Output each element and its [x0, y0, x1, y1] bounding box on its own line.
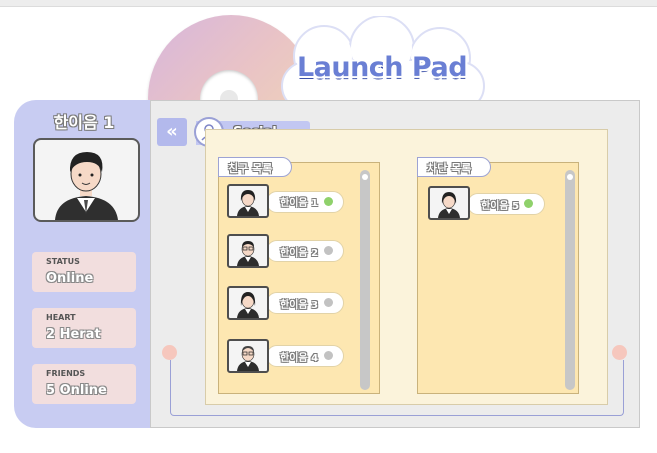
window-top-bar: [0, 0, 657, 7]
stat-value: Online: [46, 271, 94, 286]
app-title: Launch Pad: [296, 52, 468, 83]
friend-avatar: [227, 234, 269, 268]
friends-list-title: 친구 목록: [228, 162, 273, 175]
stat-value: 5 Online: [46, 383, 107, 398]
friend-name: 한이음 2: [280, 248, 319, 259]
next-page-dot[interactable]: [612, 345, 627, 360]
stat-card-heart: HEART 2 Herat: [32, 308, 136, 348]
prev-page-dot[interactable]: [162, 345, 177, 360]
friend-name: 한이음 3: [280, 300, 319, 311]
panel-base-line: [170, 360, 624, 416]
offline-status-dot: [324, 298, 333, 307]
online-status-dot: [324, 197, 333, 206]
stat-value: 2 Herat: [46, 327, 101, 342]
profile-name: 한이음 1: [53, 113, 115, 132]
back-button[interactable]: «: [157, 118, 187, 146]
double-chevron-left-icon: «: [166, 121, 178, 142]
blocked-scrollbar[interactable]: [565, 170, 575, 390]
stat-label: STATUS: [46, 257, 80, 266]
stat-label: FRIENDS: [46, 369, 86, 378]
blocked-list-title: 차단 목록: [427, 162, 472, 175]
friend-avatar: [227, 184, 269, 218]
friend-avatar: [227, 286, 269, 320]
friends-scrollbar[interactable]: [360, 170, 370, 390]
offline-status-dot: [324, 246, 333, 255]
stat-card-friends: FRIENDS 5 Online: [32, 364, 136, 404]
online-status-dot: [524, 199, 533, 208]
stat-label: HEART: [46, 313, 76, 322]
blocked-avatar: [428, 186, 470, 220]
offline-status-dot: [324, 351, 333, 360]
profile-avatar: [33, 138, 140, 222]
blocked-name: 한이음 5: [481, 201, 520, 212]
stat-card-status: STATUS Online: [32, 252, 136, 292]
scroll-thumb[interactable]: [567, 174, 573, 180]
friend-name: 한이음 1: [280, 198, 319, 209]
scroll-thumb[interactable]: [362, 174, 368, 180]
